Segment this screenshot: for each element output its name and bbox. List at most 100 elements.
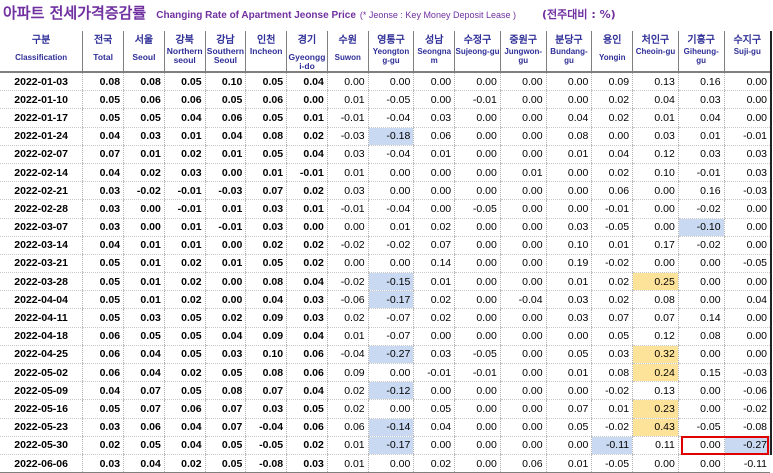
rate-cell: 0.04 <box>123 363 165 383</box>
table-row: 2022-02-28 0.03 0.00 -0.01 0.01 0.03 0.01 -0.01… <box>0 199 770 219</box>
header-korean-label: 처인구 <box>641 35 670 46</box>
rate-cell: 0.03 <box>326 181 369 201</box>
rate-cell: 0.00 <box>367 181 414 201</box>
rate-cell: 0.02 <box>163 290 206 310</box>
rate-cell: 0.00 <box>499 345 547 365</box>
rate-cell: 0.06 <box>204 108 246 128</box>
rate-cell: 0.00 <box>499 254 547 274</box>
rate-cell: 0.10 <box>204 72 246 92</box>
table-row: 2022-03-07 0.03 0.00 0.01 -0.01 0.03 0.00 0.00 0… <box>0 218 770 237</box>
rate-cell: 0.25 <box>632 272 679 292</box>
rate-cell: 0.05 <box>123 108 165 128</box>
header-english-label: Suji-gu <box>733 47 761 56</box>
rate-cell: 0.23 <box>632 399 679 419</box>
rate-cell: 0.00 <box>413 181 455 201</box>
header-col-2: 서울 Seoul <box>123 31 165 73</box>
rate-cell: 0.03 <box>245 218 287 237</box>
header-col-8: 영통구 Yeongton g-gu <box>367 31 414 73</box>
rate-cell: 0.00 <box>677 436 725 455</box>
rate-cell: 0.00 <box>499 381 547 401</box>
header-col-1: 전국 Total <box>82 31 124 73</box>
rate-cell: 0.32 <box>632 345 679 365</box>
rate-cell: 0.00 <box>454 181 501 201</box>
table-row: 2022-04-25 0.06 0.04 0.05 0.03 0.10 0.06 -0.04-… <box>0 345 770 365</box>
rate-cell: 0.01 <box>367 218 414 237</box>
rate-cell: 0.02 <box>413 290 455 310</box>
rate-cell: 0.03 <box>245 399 287 419</box>
rate-cell: 0.00 <box>286 218 328 237</box>
header-english-label: Incheon <box>249 46 283 56</box>
rate-cell: -0.01 <box>163 199 206 219</box>
header-english-label: Classification <box>15 53 68 62</box>
rate-cell: 0.00 <box>454 290 501 310</box>
title-english: Changing Rate of Apartment Jeonse Price <box>156 10 356 21</box>
rate-cell: 0.00 <box>545 436 592 455</box>
rate-cell: 0.04 <box>163 436 206 455</box>
rate-cell: 0.00 <box>723 218 770 237</box>
rate-cell: -0.05 <box>454 199 501 219</box>
rate-cell: -0.17 <box>367 290 414 310</box>
rate-cell: 0.05 <box>204 454 246 473</box>
rate-cell: 0.02 <box>163 454 206 473</box>
table-body: 2022-01-03 0.08 0.08 0.05 0.10 0.05 0.04 0.00 0.… <box>0 72 770 473</box>
rate-cell: 0.00 <box>723 272 770 292</box>
rate-cell: 0.02 <box>413 308 455 328</box>
rate-cell: 0.03 <box>286 454 328 473</box>
rate-cell: -0.05 <box>367 90 414 110</box>
rate-cell: 0.04 <box>591 145 633 164</box>
rate-cell: 0.05 <box>204 363 246 383</box>
header-korean-label: 전국 <box>93 35 113 46</box>
rate-cell: 0.07 <box>545 399 592 419</box>
header-col-14: 처인구 Cheoin-gu <box>632 31 679 73</box>
rate-cell: -0.04 <box>326 345 369 365</box>
rate-cell: 0.03 <box>163 163 206 183</box>
header-col-13: 용인 Yongin <box>591 31 633 73</box>
rate-cell: 0.00 <box>286 90 328 110</box>
rate-cell: -0.05 <box>591 218 633 237</box>
header-col-15: 기흥구 Giheung-gu <box>677 31 725 73</box>
header-korean-label: 영통구 <box>377 35 405 46</box>
rate-cell: 0.00 <box>499 108 547 128</box>
rate-cell: 0.05 <box>82 399 124 419</box>
table-row: 2022-04-18 0.06 0.05 0.05 0.04 0.09 0.04 0.01 -0… <box>0 327 770 346</box>
rate-cell: -0.02 <box>367 236 414 255</box>
rate-cell: 0.02 <box>413 218 455 237</box>
header-english-label: Gyeongg i-do <box>288 52 326 71</box>
table-row: 2022-05-16 0.05 0.07 0.06 0.07 0.03 0.05 0.02 0.… <box>0 399 770 419</box>
header-col-11: 중원구 Jungwon-gu <box>499 31 547 73</box>
rate-cell: -0.03 <box>723 181 770 201</box>
rate-cell: 0.03 <box>123 308 165 328</box>
rate-cell: 0.05 <box>123 327 165 346</box>
rate-cell: 0.06 <box>499 454 547 473</box>
rate-cell: 0.00 <box>499 272 547 292</box>
header-korean-label: 수정구 <box>463 35 492 46</box>
rate-cell: 0.14 <box>413 254 455 274</box>
rate-cell: 0.06 <box>245 90 287 110</box>
rate-cell: -0.05 <box>723 254 770 274</box>
rate-cell: 0.01 <box>499 163 547 183</box>
row-date: 2022-03-14 <box>0 236 83 255</box>
rate-cell: 0.04 <box>286 72 328 92</box>
row-date: 2022-06-06 <box>0 454 83 473</box>
rate-cell: 0.00 <box>545 163 592 183</box>
row-date: 2022-05-02 <box>0 363 83 383</box>
rate-cell: 0.00 <box>499 218 547 237</box>
rate-cell: 0.02 <box>286 127 328 146</box>
rate-cell: 0.01 <box>204 199 246 219</box>
rate-cell: 0.00 <box>413 72 455 92</box>
rate-cell: 0.01 <box>413 145 455 164</box>
rate-cell: 0.05 <box>123 436 165 455</box>
rate-cell: 0.02 <box>286 436 328 455</box>
rate-cell: 0.06 <box>82 327 124 346</box>
header-korean-label: 용인 <box>603 35 622 46</box>
rate-cell: -0.10 <box>677 218 725 237</box>
rate-cell: 0.08 <box>545 127 592 146</box>
header-english-label: Yeongton g-gu <box>372 47 410 65</box>
page: 아파트 전세가격증감률 Changing Rate of Apartment J… <box>0 0 773 473</box>
rate-cell: 0.00 <box>632 181 679 201</box>
header-col-6: 경기 Gyeongg i-do <box>286 31 328 73</box>
rate-cell: 0.04 <box>82 127 124 146</box>
rate-cell: -0.04 <box>367 108 414 128</box>
rate-cell: 0.03 <box>632 127 679 146</box>
table-row: 2022-03-14 0.04 0.01 0.01 0.00 0.02 0.02 -0.02-… <box>0 236 770 255</box>
